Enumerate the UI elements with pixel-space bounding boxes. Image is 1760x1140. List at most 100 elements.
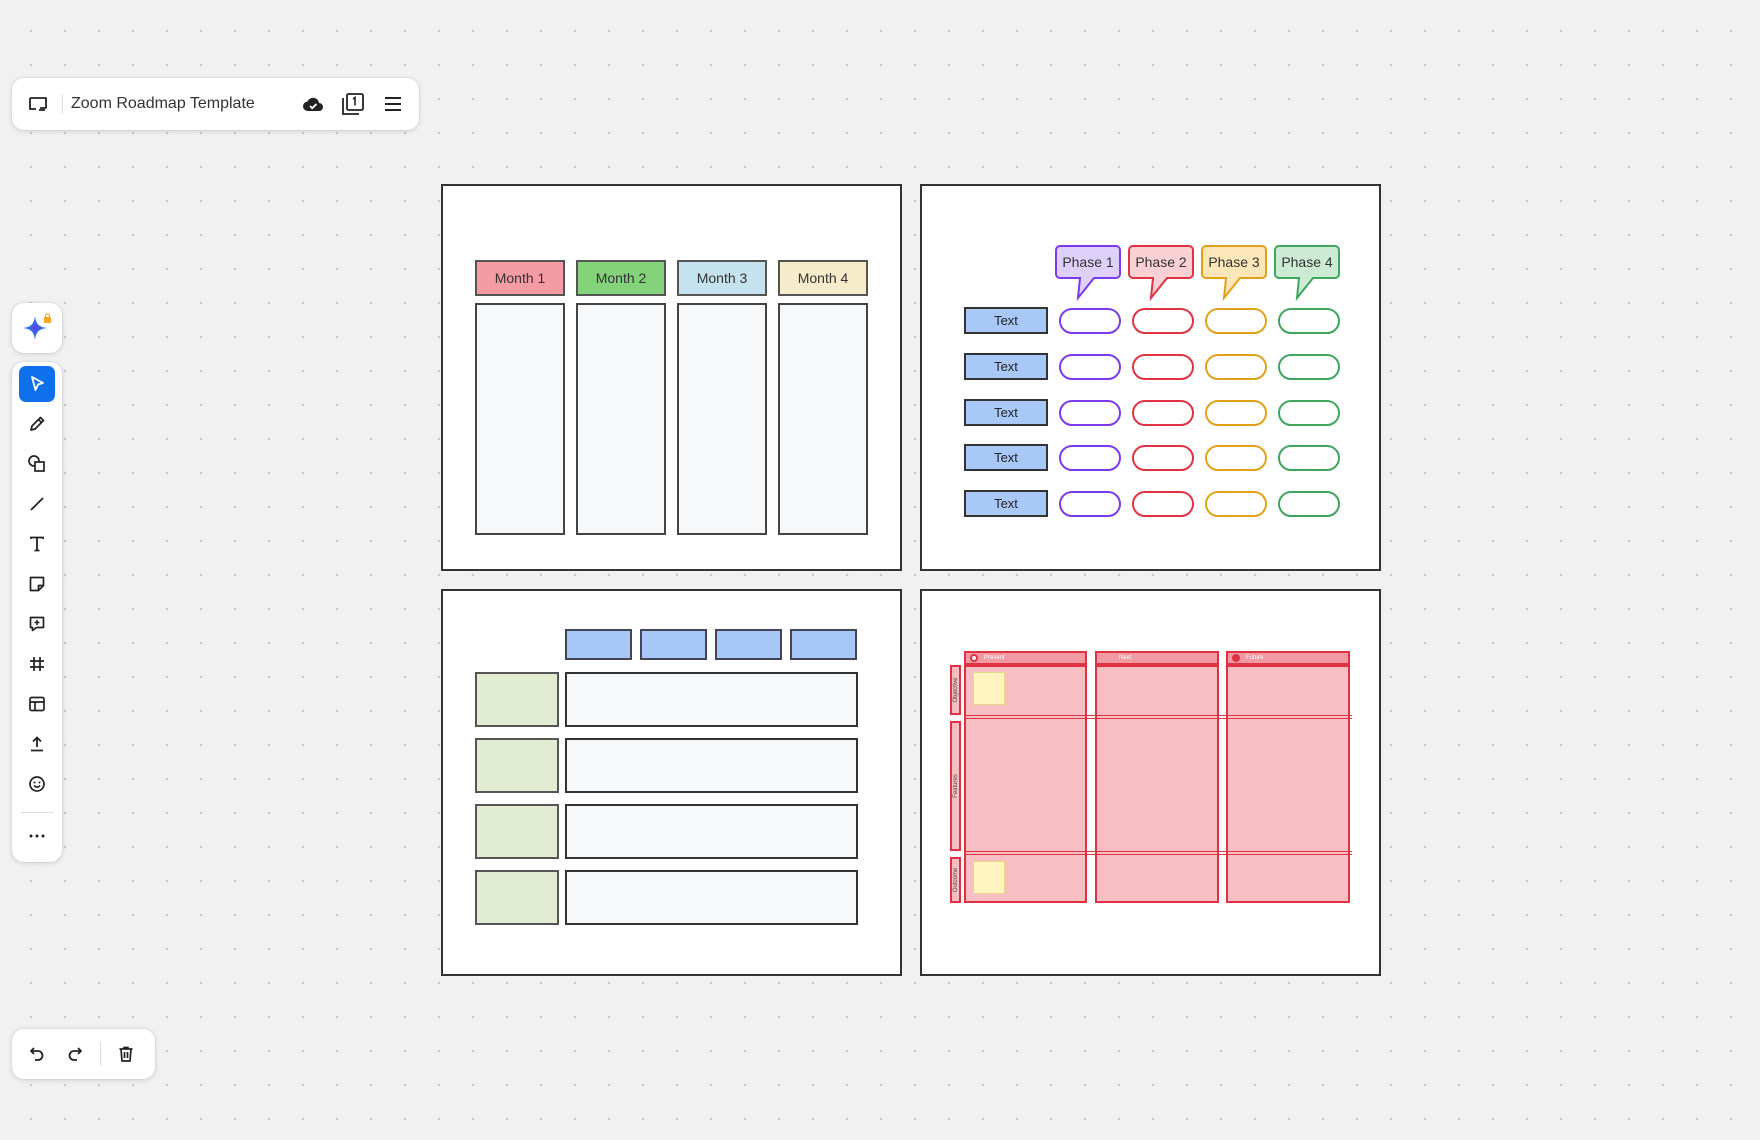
row-label-5[interactable]: Text (964, 490, 1048, 517)
present-header[interactable]: Present (964, 651, 1087, 665)
row-content-2[interactable] (565, 738, 858, 793)
month-column-2[interactable] (576, 303, 666, 535)
phase-label-3: Phase 3 (1208, 254, 1260, 270)
roadmap-frame[interactable]: Present Next Future Objective Features O… (920, 589, 1381, 976)
upload-tool[interactable] (19, 726, 55, 762)
phase-frame[interactable]: Phase 1 Phase 2 Phase 3 Phase 4 Text Tex… (920, 184, 1381, 571)
row-content-3[interactable] (565, 804, 858, 859)
pill-r3-p2[interactable] (1132, 400, 1194, 426)
board-title[interactable]: Zoom Roadmap Template (71, 95, 293, 113)
emoji-icon (27, 774, 47, 794)
next-header[interactable]: Next (1095, 651, 1219, 665)
row-box-2[interactable] (475, 738, 559, 793)
delete-button[interactable] (107, 1035, 145, 1073)
menu-icon[interactable] (373, 84, 413, 124)
month-column-3[interactable] (677, 303, 767, 535)
row-label-1[interactable]: Text (964, 307, 1048, 334)
shapes-icon (26, 453, 48, 475)
phase-label-2: Phase 2 (1135, 254, 1187, 270)
column-header-1[interactable] (565, 629, 632, 660)
pill-r3-p1[interactable] (1059, 400, 1121, 426)
sticky-note-1[interactable] (973, 672, 1005, 705)
pill-r4-p3[interactable] (1205, 445, 1267, 471)
pill-r5-p3[interactable] (1205, 491, 1267, 517)
window-icon[interactable] (18, 84, 58, 124)
pill-r2-p1[interactable] (1059, 354, 1121, 380)
pill-r2-p3[interactable] (1205, 354, 1267, 380)
more-tools-button[interactable] (19, 818, 55, 854)
present-header-label: Present (984, 655, 1005, 661)
template-tool[interactable] (19, 686, 55, 722)
line-tool[interactable] (19, 486, 55, 522)
row-label-2[interactable]: Text (964, 353, 1048, 380)
row-box-3[interactable] (475, 804, 559, 859)
phase-bubble-1[interactable]: Phase 1 (1055, 245, 1121, 302)
row-label-4[interactable]: Text (964, 444, 1048, 471)
left-toolbar (12, 362, 62, 862)
shapes-tool[interactable] (19, 446, 55, 482)
month-header-3[interactable]: Month 3 (677, 260, 767, 296)
pencil-icon (27, 414, 47, 434)
text-tool[interactable] (19, 526, 55, 562)
month-header-1[interactable]: Month 1 (475, 260, 565, 296)
features-row-label[interactable]: Features (950, 721, 961, 851)
month-frame[interactable]: Month 1 Month 2 Month 3 Month 4 (441, 184, 902, 571)
pen-tool[interactable] (19, 406, 55, 442)
pill-r1-p2[interactable] (1132, 308, 1194, 334)
row-box-4[interactable] (475, 870, 559, 925)
phase-bubble-2[interactable]: Phase 2 (1128, 245, 1194, 302)
cloud-check-icon[interactable] (293, 84, 333, 124)
pill-r2-p2[interactable] (1132, 354, 1194, 380)
pill-r1-p1[interactable] (1059, 308, 1121, 334)
next-column[interactable] (1095, 665, 1219, 903)
pill-r3-p4[interactable] (1278, 400, 1340, 426)
select-tool[interactable] (19, 366, 55, 402)
upload-icon (27, 734, 47, 754)
month-header-4[interactable]: Month 4 (778, 260, 868, 296)
month-column-1[interactable] (475, 303, 565, 535)
outcome-row-label[interactable]: Outcome (950, 857, 961, 903)
sticky-note-2[interactable] (973, 861, 1005, 894)
grid-frame[interactable] (441, 589, 902, 976)
pill-r1-p3[interactable] (1205, 308, 1267, 334)
column-header-4[interactable] (790, 629, 857, 660)
pill-r5-p2[interactable] (1132, 491, 1194, 517)
page-one-icon[interactable] (333, 84, 373, 124)
pill-r4-p2[interactable] (1132, 445, 1194, 471)
phase-bubble-4[interactable]: Phase 4 (1274, 245, 1340, 302)
phase-bubble-3[interactable]: Phase 3 (1201, 245, 1267, 302)
ai-companion-button[interactable] (12, 303, 62, 353)
pill-r4-p4[interactable] (1278, 445, 1340, 471)
features-label: Features (952, 774, 959, 798)
dot-icon (1232, 654, 1240, 662)
pill-r5-p4[interactable] (1278, 491, 1340, 517)
future-column[interactable] (1226, 665, 1350, 903)
row-divider-2 (964, 851, 1352, 855)
pill-r3-p3[interactable] (1205, 400, 1267, 426)
undo-button[interactable] (18, 1035, 56, 1073)
toolbar-divider (21, 812, 53, 813)
sticky-note-tool[interactable] (19, 566, 55, 602)
future-header[interactable]: Future (1226, 651, 1350, 665)
redo-icon (65, 1044, 85, 1064)
comment-tool[interactable] (19, 606, 55, 642)
column-header-3[interactable] (715, 629, 782, 660)
month-column-4[interactable] (778, 303, 868, 535)
column-header-2[interactable] (640, 629, 707, 660)
pill-r5-p1[interactable] (1059, 491, 1121, 517)
row-box-1[interactable] (475, 672, 559, 727)
pill-r1-p4[interactable] (1278, 308, 1340, 334)
redo-button[interactable] (56, 1035, 94, 1073)
line-icon (27, 494, 47, 514)
pill-r4-p1[interactable] (1059, 445, 1121, 471)
row-label-3[interactable]: Text (964, 399, 1048, 426)
emoji-tool[interactable] (19, 766, 55, 802)
objective-label: Objective (952, 677, 959, 703)
month-header-2[interactable]: Month 2 (576, 260, 666, 296)
frame-tool[interactable] (19, 646, 55, 682)
row-content-4[interactable] (565, 870, 858, 925)
objective-row-label[interactable]: Objective (950, 665, 961, 715)
pill-r2-p4[interactable] (1278, 354, 1340, 380)
board-header: Zoom Roadmap Template (12, 78, 419, 130)
row-content-1[interactable] (565, 672, 858, 727)
